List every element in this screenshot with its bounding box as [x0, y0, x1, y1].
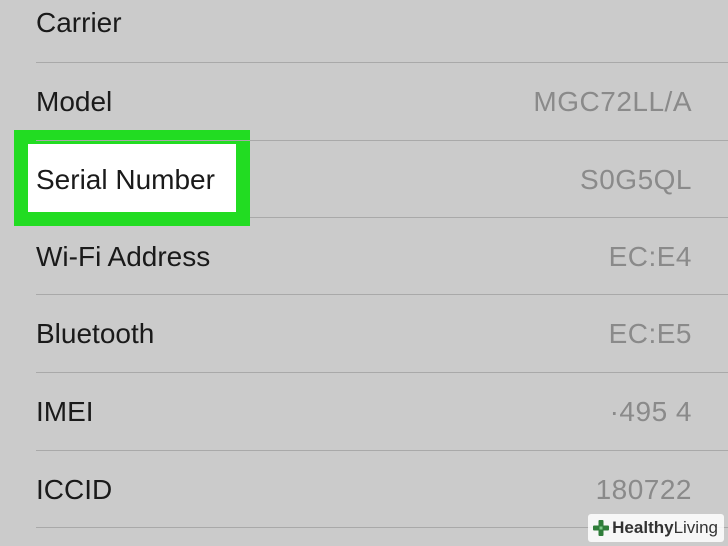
row-wifi-address[interactable]: Wi-Fi Address EC:E4: [0, 218, 728, 295]
carrier-label: Carrier: [36, 6, 122, 38]
row-imei[interactable]: IMEI ·495 4: [0, 373, 728, 450]
watermark: Healthy Living: [588, 514, 724, 542]
watermark-bold-text: Healthy: [612, 518, 674, 537]
serial-number-value: S0G5QL: [580, 163, 692, 195]
iccid-value: 180722: [595, 473, 692, 505]
imei-value: ·495 4: [609, 395, 692, 427]
iccid-label: ICCID: [36, 473, 113, 505]
bluetooth-value: EC:E5: [608, 317, 692, 349]
row-model[interactable]: Model MGC72LL/A: [0, 63, 728, 140]
model-value: MGC72LL/A: [533, 85, 692, 117]
serial-number-label: Serial Number: [36, 163, 215, 195]
wifi-address-value: EC:E4: [608, 240, 692, 272]
watermark-normal-text: Living: [673, 518, 718, 537]
wifi-address-label: Wi-Fi Address: [36, 240, 211, 272]
plus-leaf-icon: [592, 519, 610, 537]
row-serial-number[interactable]: Serial Number S0G5QL: [0, 141, 728, 218]
imei-label: IMEI: [36, 395, 94, 427]
row-bluetooth[interactable]: Bluetooth EC:E5: [0, 295, 728, 372]
row-carrier[interactable]: Carrier: [0, 0, 728, 61]
about-settings-list: Carrier Model MGC72LL/A Serial Number S0…: [0, 0, 728, 546]
bluetooth-label: Bluetooth: [36, 317, 155, 349]
model-label: Model: [36, 85, 113, 117]
